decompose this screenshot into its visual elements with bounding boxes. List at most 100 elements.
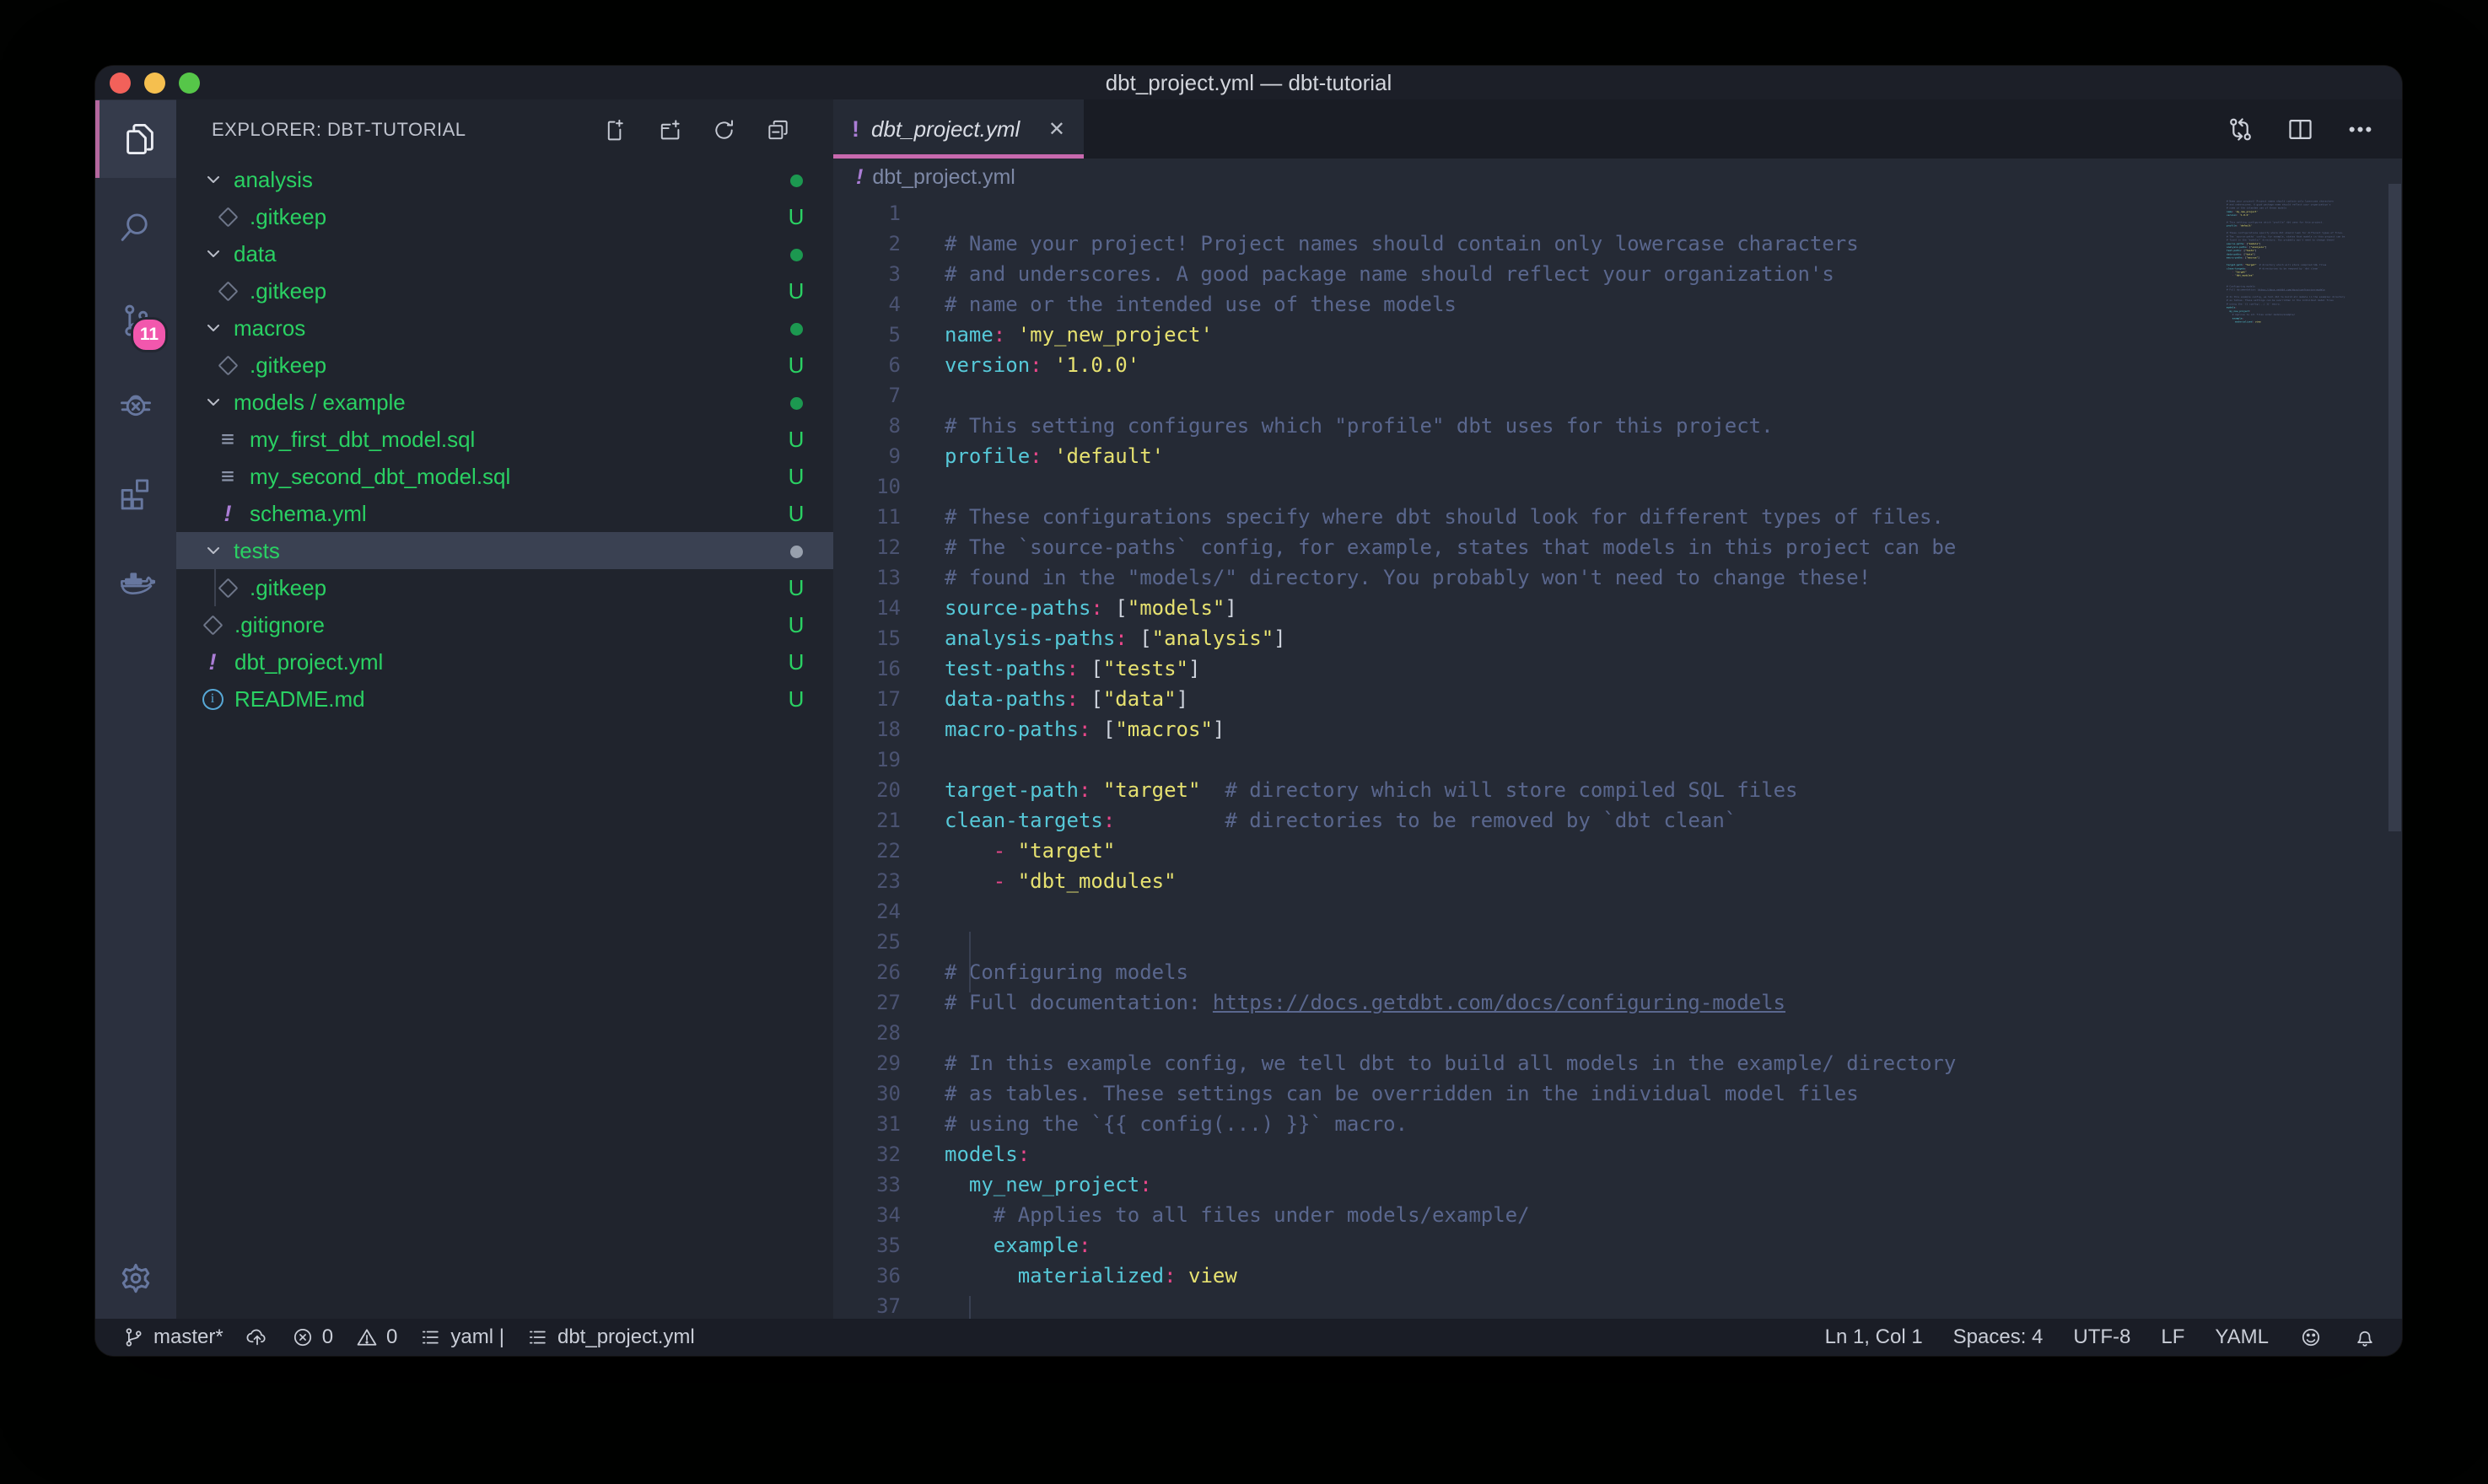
status-outline-file[interactable]: dbt_project.yml xyxy=(526,1325,695,1349)
status-problems-warnings-label: 0 xyxy=(386,1325,397,1349)
status-git-branch-label: master* xyxy=(153,1325,223,1349)
tree-item-label: .gitkeep xyxy=(250,278,326,304)
git-file-icon xyxy=(217,210,239,224)
code-line-4: # name or the intended use of these mode… xyxy=(945,289,1956,320)
line-number: 25 xyxy=(833,927,901,957)
status-outline-file-label: dbt_project.yml xyxy=(557,1325,695,1349)
zoom-window-button[interactable] xyxy=(179,73,200,94)
code-line-21: clean-targets: # directories to be remov… xyxy=(945,805,1956,836)
new-folder-button[interactable] xyxy=(657,117,683,143)
line-number: 23 xyxy=(833,866,901,896)
status-problems-errors[interactable]: 0 xyxy=(291,1325,333,1349)
activity-item-source-control[interactable]: 11 xyxy=(95,282,176,359)
code-line-8: # This setting configures which "profile… xyxy=(945,411,1956,441)
status-indentation[interactable]: Spaces: 4 xyxy=(1953,1325,2044,1349)
branch-icon xyxy=(122,1325,146,1349)
breadcrumb[interactable]: ! dbt_project.yml xyxy=(833,159,2402,196)
explorer-sidebar: EXPLORER: DBT-TUTORIAL analysis.gitkeepU… xyxy=(176,99,833,1319)
status-sync-publish[interactable] xyxy=(245,1325,269,1349)
tree-file-my-first-dbt-model-sql[interactable]: ≡my_first_dbt_model.sqlU xyxy=(176,421,833,458)
bell-icon xyxy=(2353,1325,2377,1349)
status-feedback-smiley[interactable] xyxy=(2299,1325,2323,1349)
more-actions-button[interactable] xyxy=(2345,115,2375,144)
tab-close-icon[interactable]: ✕ xyxy=(1048,117,1065,142)
smiley-icon xyxy=(2299,1325,2323,1349)
tree-item-label: schema.yml xyxy=(250,501,367,527)
tree-file-schema-yml[interactable]: !schema.ymlU xyxy=(176,495,833,532)
code-line-37 xyxy=(945,1291,1956,1319)
status-eol[interactable]: LF xyxy=(2161,1325,2184,1349)
tab-label: dbt_project.yml xyxy=(871,116,1020,142)
traffic-lights xyxy=(110,73,200,94)
minimize-window-button[interactable] xyxy=(144,73,165,94)
code-line-9: profile: 'default' xyxy=(945,441,1956,471)
chevron-down-icon xyxy=(203,244,223,264)
explorer-title: EXPLORER: DBT-TUTORIAL xyxy=(212,119,466,141)
status-git-branch[interactable]: master* xyxy=(122,1325,223,1349)
new-file-button[interactable] xyxy=(603,117,629,143)
tree-file-my-second-dbt-model-sql[interactable]: ≡my_second_dbt_model.sqlU xyxy=(176,458,833,495)
tree-file--gitkeep[interactable]: .gitkeepU xyxy=(176,569,833,606)
split-editor-button[interactable] xyxy=(2286,115,2315,144)
line-number: 36 xyxy=(833,1261,901,1291)
close-window-button[interactable] xyxy=(110,73,131,94)
activity-item-docker[interactable] xyxy=(95,543,176,621)
tree-file-dbt-project-yml[interactable]: !dbt_project.ymlU xyxy=(176,643,833,680)
status-encoding-label: UTF-8 xyxy=(2073,1325,2130,1349)
code-line-7 xyxy=(945,380,1956,411)
line-number: 32 xyxy=(833,1139,901,1169)
tree-folder-analysis[interactable]: analysis xyxy=(176,161,833,198)
tree-file--gitkeep[interactable]: .gitkeepU xyxy=(176,347,833,384)
status-cursor-position-label: Ln 1, Col 1 xyxy=(1825,1325,1923,1349)
status-problems-warnings[interactable]: 0 xyxy=(355,1325,397,1349)
status-problems-errors-label: 0 xyxy=(322,1325,333,1349)
code-line-27: # Full documentation: https://docs.getdb… xyxy=(945,987,1956,1018)
activity-item-extensions[interactable] xyxy=(95,454,176,532)
refresh-explorer-button[interactable] xyxy=(711,117,737,143)
tree-file--gitkeep[interactable]: .gitkeepU xyxy=(176,272,833,309)
code-line-22: - "target" xyxy=(945,836,1956,866)
open-changes-button[interactable] xyxy=(2226,115,2255,144)
tree-file--gitignore[interactable]: .gitignoreU xyxy=(176,606,833,643)
editor-scrollbar[interactable] xyxy=(2388,184,2401,831)
status-language-mode[interactable]: YAML xyxy=(2215,1325,2269,1349)
tab-modified-icon: ! xyxy=(852,116,859,142)
activity-bar: 11 xyxy=(95,99,176,1319)
code-line-35: example: xyxy=(945,1230,1956,1261)
breadcrumb-modified-icon: ! xyxy=(856,165,863,190)
code-line-11: # These configurations specify where dbt… xyxy=(945,502,1956,532)
tree-folder-macros[interactable]: macros xyxy=(176,309,833,347)
indent-guide xyxy=(969,932,971,992)
line-number: 21 xyxy=(833,805,901,836)
line-number: 8 xyxy=(833,411,901,441)
line-number: 16 xyxy=(833,653,901,684)
activity-item-debug[interactable] xyxy=(95,366,176,444)
tree-folder-tests[interactable]: tests xyxy=(176,532,833,569)
status-cursor-position[interactable]: Ln 1, Col 1 xyxy=(1825,1325,1923,1349)
minimap[interactable]: # Name your project! Project names shoul… xyxy=(2227,196,2388,887)
list-icon xyxy=(419,1325,443,1349)
git-status-dot xyxy=(781,315,811,341)
code-line-26: # Configuring models xyxy=(945,957,1956,987)
activity-item-search[interactable] xyxy=(95,189,176,266)
status-outline-yaml[interactable]: yaml | xyxy=(419,1325,504,1349)
line-number: 27 xyxy=(833,987,901,1018)
tab-dbt-project-yml[interactable]: ! dbt_project.yml ✕ xyxy=(833,99,1084,159)
settings-gear-icon xyxy=(116,1258,156,1298)
sql-file-icon: ≡ xyxy=(217,465,239,487)
activity-item-explorer[interactable] xyxy=(95,100,180,178)
docker-icon xyxy=(116,562,155,601)
git-untracked-badge: U xyxy=(781,686,811,712)
tree-folder-data[interactable]: data xyxy=(176,235,833,272)
tree-folder-models-example[interactable]: models / example xyxy=(176,384,833,421)
line-number: 10 xyxy=(833,471,901,502)
status-notifications-bell[interactable] xyxy=(2353,1325,2377,1349)
status-encoding[interactable]: UTF-8 xyxy=(2073,1325,2130,1349)
error-icon xyxy=(291,1325,315,1349)
tree-item-label: data xyxy=(234,241,277,267)
collapse-folders-button[interactable] xyxy=(765,117,791,143)
tree-file-readme-md[interactable]: iREADME.mdU xyxy=(176,680,833,718)
activity-item-settings-gear[interactable] xyxy=(95,1239,176,1317)
code-editor[interactable]: 1234567891011121314151617181920212223242… xyxy=(833,196,2402,1319)
tree-file--gitkeep[interactable]: .gitkeepU xyxy=(176,198,833,235)
